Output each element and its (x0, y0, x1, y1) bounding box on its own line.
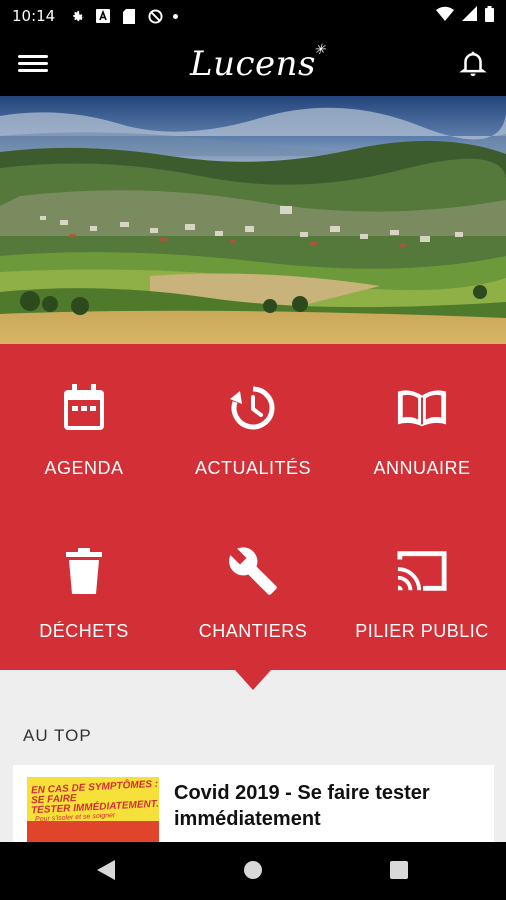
history-icon (227, 382, 279, 434)
tile-label: ACTUALITÉS (194, 458, 312, 478)
app-logo: Lucens ✳ (190, 42, 325, 84)
calendar-icon (58, 382, 110, 434)
grid-pointer (235, 670, 271, 690)
menu-grid: AGENDA ACTUALITÉS ANNUAIRE DÉCHETS CHANT… (0, 344, 506, 670)
hamburger-icon (18, 55, 48, 72)
card-thumbnail: EN CAS DE SYMPTÔMES : SE FAIRE TESTER IM… (27, 777, 159, 842)
back-icon (97, 859, 115, 885)
wrench-icon (227, 545, 279, 597)
tile-pilier-public[interactable]: PILIER PUBLIC (338, 507, 506, 670)
notifications-button[interactable] (458, 48, 488, 78)
tile-dechets[interactable]: DÉCHETS (0, 507, 168, 670)
status-time: 10:14 (12, 7, 56, 25)
back-button[interactable] (94, 859, 118, 885)
hero-image (0, 96, 506, 344)
trash-icon (58, 545, 110, 597)
gear-icon (69, 8, 85, 24)
app-bar: Lucens ✳ (0, 32, 506, 96)
recents-icon (390, 860, 408, 884)
sparkle-icon: ✳ (313, 42, 326, 58)
battery-icon (485, 5, 494, 27)
tile-actualites[interactable]: ACTUALITÉS (169, 344, 337, 507)
status-notification-icons (69, 8, 179, 24)
section-title: AU TOP (23, 726, 92, 745)
recents-button[interactable] (387, 860, 411, 884)
tile-chantiers[interactable]: CHANTIERS (169, 507, 337, 670)
tile-annuaire[interactable]: ANNUAIRE (338, 344, 506, 507)
tile-label: DÉCHETS (39, 621, 129, 641)
card-title: Covid 2019 - Se faire tester immédiateme… (174, 782, 430, 830)
tile-label: ANNUAIRE (373, 458, 471, 478)
tile-label: AGENDA (44, 458, 124, 478)
tile-label: CHANTIERS (198, 621, 308, 641)
no-sync-icon (147, 8, 163, 24)
au-top-section: AU TOP EN CAS DE SYMPTÔMES : SE FAIRE TE… (0, 670, 506, 842)
tile-label: PILIER PUBLIC (355, 621, 489, 641)
system-nav-bar (0, 842, 506, 900)
thumb-red-block (27, 821, 159, 842)
home-icon (243, 860, 263, 885)
dot-icon (173, 13, 179, 19)
wifi-icon (436, 6, 454, 26)
bell-icon (458, 51, 488, 82)
menu-button[interactable] (18, 52, 48, 76)
status-system-icons (436, 5, 494, 27)
news-card[interactable]: EN CAS DE SYMPTÔMES : SE FAIRE TESTER IM… (13, 765, 494, 842)
book-icon (396, 382, 448, 434)
a-box-icon (95, 8, 111, 24)
sd-card-icon (121, 8, 137, 24)
cast-icon (396, 545, 448, 597)
status-bar: 10:14 (0, 0, 506, 32)
home-button[interactable] (241, 860, 265, 884)
logo-text: Lucens (190, 44, 316, 84)
signal-icon (462, 6, 477, 26)
tile-agenda[interactable]: AGENDA (0, 344, 168, 507)
